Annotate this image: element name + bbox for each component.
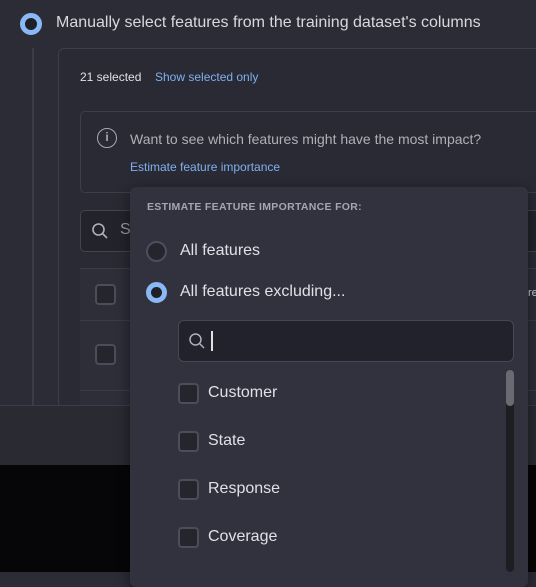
show-selected-only-link[interactable]: Show selected only [155, 70, 258, 84]
exclude-search-input[interactable] [178, 320, 514, 362]
all-features-radio[interactable] [146, 241, 167, 262]
all-features-excluding-label[interactable]: All features excluding... [180, 283, 345, 301]
exclude-checkbox-coverage[interactable] [178, 527, 199, 548]
manual-select-radio[interactable] [20, 13, 42, 35]
info-box [80, 111, 536, 193]
exclude-checkbox-customer[interactable] [178, 383, 199, 404]
exclude-checkbox-state[interactable] [178, 431, 199, 452]
tree-line [32, 48, 34, 405]
all-features-label[interactable]: All features [180, 242, 260, 260]
row-checkbox[interactable] [95, 344, 116, 365]
exclude-item-label[interactable]: Customer [208, 384, 277, 402]
section-title: Manually select features from the traini… [56, 14, 481, 31]
estimate-feature-importance-link[interactable]: Estimate feature importance [130, 160, 280, 174]
exclude-item-label[interactable]: State [208, 432, 245, 450]
info-icon: i [97, 128, 117, 148]
exclude-checkbox-response[interactable] [178, 479, 199, 500]
info-text: Want to see which features might have th… [130, 131, 482, 147]
search-icon [189, 333, 205, 349]
exclude-item-label[interactable]: Coverage [208, 528, 277, 546]
column-header-fragment: re [528, 287, 536, 299]
selected-count: 21 selected [80, 70, 142, 84]
search-icon [92, 223, 108, 239]
text-caret [211, 331, 213, 351]
select-all-checkbox[interactable] [95, 284, 116, 305]
all-features-excluding-radio[interactable] [146, 282, 167, 303]
exclude-item-label[interactable]: Response [208, 480, 280, 498]
scrollbar-thumb[interactable] [506, 370, 514, 406]
popup-header: ESTIMATE FEATURE IMPORTANCE FOR: [147, 201, 362, 213]
